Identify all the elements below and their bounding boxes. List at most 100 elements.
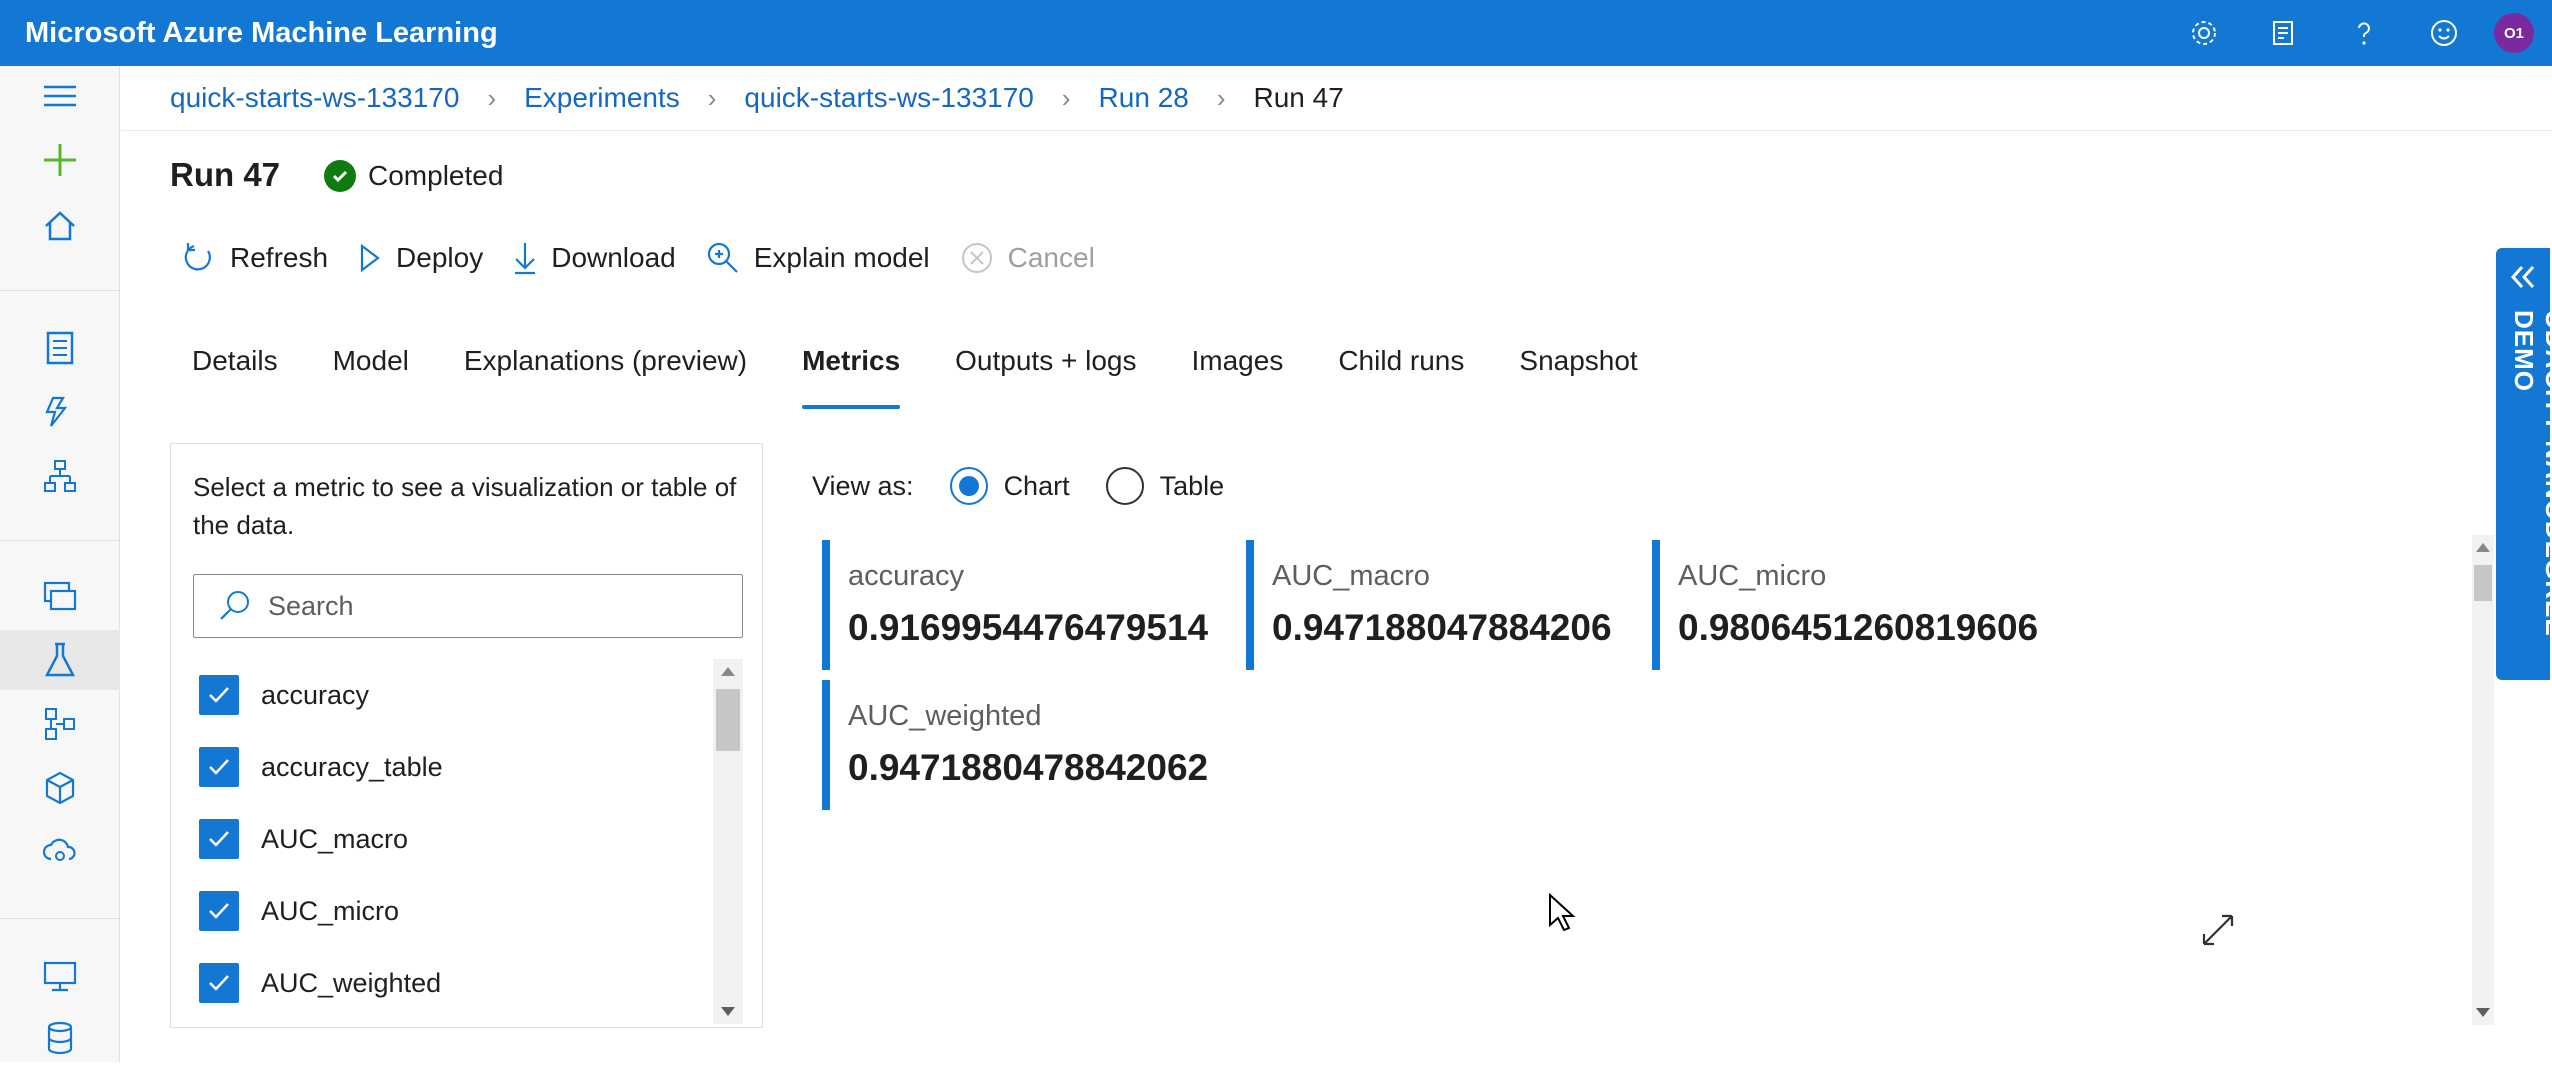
status-badge: Completed <box>324 160 503 192</box>
feedback-smiley-icon[interactable] <box>2404 0 2484 66</box>
datastores-database-icon[interactable] <box>0 1008 120 1068</box>
home-icon[interactable] <box>0 196 120 256</box>
panel-description: Select a metric to see a visualization o… <box>193 472 737 540</box>
tab-outputs-logs[interactable]: Outputs + logs <box>955 345 1136 405</box>
tab-snapshot[interactable]: Snapshot <box>1519 345 1637 405</box>
checkbox-checked[interactable] <box>199 675 239 715</box>
chart-radio-label[interactable]: Chart <box>1004 471 1070 502</box>
metric-card-name: AUC_weighted <box>848 700 1042 732</box>
check-circle-icon <box>324 160 356 192</box>
udacity-side-tab[interactable]: UDACITY NANODEGREE DEMO <box>2496 248 2552 680</box>
chevron-right-icon: › <box>487 82 497 113</box>
automated-ml-icon[interactable] <box>0 382 120 442</box>
models-cube-icon[interactable] <box>0 758 120 818</box>
command-toolbar: Refresh Deploy Download Explain model Ca… <box>182 236 1125 280</box>
notebook-icon[interactable] <box>2244 0 2324 66</box>
status-text: Completed <box>368 160 504 191</box>
rail-divider <box>0 918 120 919</box>
top-bar: Microsoft Azure Machine Learning O1 <box>0 0 2552 66</box>
checkbox-checked[interactable] <box>199 747 239 787</box>
refresh-button[interactable]: Refresh <box>182 241 328 275</box>
tab-details[interactable]: Details <box>192 345 278 405</box>
scroll-up-arrow-icon[interactable] <box>2476 543 2490 552</box>
metric-search-input[interactable]: Search <box>193 574 743 638</box>
breadcrumb-experiments[interactable]: Experiments <box>524 82 680 114</box>
download-button[interactable]: Download <box>513 241 676 275</box>
scrollbar-thumb[interactable] <box>716 689 740 751</box>
list-item[interactable]: accuracy <box>193 659 743 731</box>
double-chevron-left-icon <box>2510 265 2535 289</box>
scroll-down-arrow-icon[interactable] <box>721 1007 735 1016</box>
play-triangle-icon <box>360 243 380 273</box>
search-icon <box>220 591 249 620</box>
list-item[interactable]: AUC_macro <box>193 803 743 875</box>
metric-card-name: AUC_micro <box>1678 560 1827 592</box>
datasets-icon[interactable] <box>0 566 120 626</box>
metric-label: AUC_macro <box>261 823 409 854</box>
breadcrumb-workspace[interactable]: quick-starts-ws-133170 <box>170 82 459 114</box>
metric-label: AUC_micro <box>261 895 400 926</box>
cancel-button[interactable]: Cancel <box>960 241 1095 275</box>
mouse-cursor-icon <box>1548 892 1576 938</box>
scroll-down-arrow-icon[interactable] <box>2476 1008 2490 1017</box>
hamburger-menu-icon[interactable] <box>0 66 120 126</box>
breadcrumb: quick-starts-ws-133170 › Experiments › q… <box>170 78 1344 118</box>
metric-card-name: AUC_macro <box>1272 560 1430 592</box>
list-item[interactable]: AUC_micro <box>193 875 743 947</box>
list-scrollbar[interactable] <box>713 659 743 1024</box>
pipelines-icon[interactable] <box>0 694 120 754</box>
checkbox-checked[interactable] <box>199 819 239 859</box>
breadcrumb-experiment[interactable]: quick-starts-ws-133170 <box>744 82 1033 114</box>
checkbox-checked[interactable] <box>199 891 239 931</box>
endpoints-cloud-icon[interactable] <box>0 820 120 880</box>
list-item[interactable]: accuracy_table <box>193 731 743 803</box>
tab-explanations[interactable]: Explanations (preview) <box>464 345 747 405</box>
app-title[interactable]: Microsoft Azure Machine Learning <box>25 17 498 50</box>
explain-model-button[interactable]: Explain model <box>706 241 930 275</box>
tab-model[interactable]: Model <box>333 345 409 405</box>
experiments-flask-icon[interactable] <box>0 630 120 690</box>
breadcrumb-divider <box>121 130 2552 131</box>
deploy-button[interactable]: Deploy <box>358 242 483 274</box>
table-radio-label[interactable]: Table <box>1160 471 1225 502</box>
metric-card-value: 0.9471880478842062 <box>848 747 1209 788</box>
metric-card: AUC_macro 0.947188047884206 <box>1246 540 1646 670</box>
metric-card-value: 0.947188047884206 <box>1272 607 1612 648</box>
tab-images[interactable]: Images <box>1192 345 1284 405</box>
metric-label: accuracy <box>261 679 370 710</box>
page-title: Run 47 <box>170 156 281 193</box>
breadcrumb-current-run: Run 47 <box>1253 82 1344 113</box>
tab-metrics[interactable]: Metrics <box>802 345 901 409</box>
content-scrollbar[interactable] <box>2472 535 2494 1025</box>
compute-monitor-icon[interactable] <box>0 946 120 1006</box>
list-item[interactable]: AUC_weighted <box>193 947 743 1019</box>
metric-card-value: 0.9806451260819606 <box>1678 607 2039 648</box>
user-avatar[interactable]: O1 <box>2494 13 2534 53</box>
scroll-up-arrow-icon[interactable] <box>721 667 735 676</box>
expand-diagonal-icon[interactable] <box>2200 912 2236 953</box>
download-arrow-icon <box>515 243 536 275</box>
view-as-toggle: View as: Chart Table <box>812 466 1224 506</box>
view-as-label: View as: <box>812 470 914 501</box>
metric-card-name: accuracy <box>848 560 965 592</box>
settings-gear-icon[interactable] <box>2164 0 2244 66</box>
run-tabs: Details Model Explanations (preview) Met… <box>192 345 1693 409</box>
help-icon[interactable] <box>2324 0 2404 66</box>
checkbox-checked[interactable] <box>199 963 239 1003</box>
metric-selector-panel: Select a metric to see a visualization o… <box>170 443 763 1028</box>
tab-child-runs[interactable]: Child runs <box>1338 345 1464 405</box>
breadcrumb-parent-run[interactable]: Run 28 <box>1099 82 1189 114</box>
rail-divider <box>0 290 120 291</box>
metric-checkbox-list: accuracy accuracy_table AUC_macro AUC_mi… <box>193 659 743 1024</box>
scrollbar-thumb[interactable] <box>2474 565 2492 601</box>
left-nav-rail <box>0 66 120 1062</box>
designer-icon[interactable] <box>0 446 120 506</box>
search-placeholder: Search <box>268 590 354 621</box>
metric-card: AUC_weighted 0.9471880478842062 <box>822 680 1222 810</box>
notebooks-icon[interactable] <box>0 318 120 378</box>
chevron-right-icon: › <box>707 82 717 113</box>
chart-radio[interactable] <box>949 467 988 505</box>
cancel-x-circle-icon <box>961 243 992 273</box>
create-new-plus-icon[interactable] <box>0 130 120 190</box>
table-radio[interactable] <box>1105 467 1144 505</box>
